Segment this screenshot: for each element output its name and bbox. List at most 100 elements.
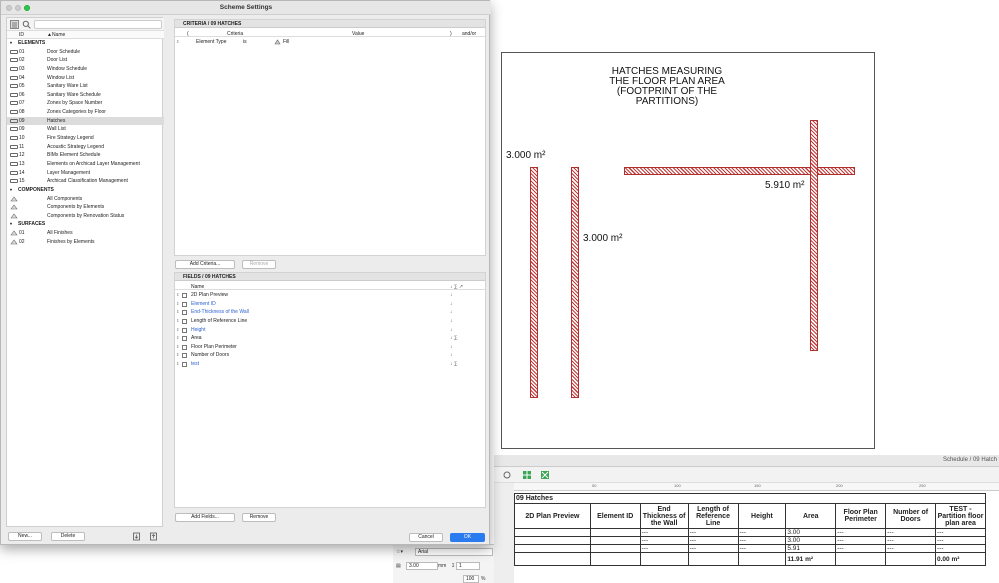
scheme-list-item[interactable]: 02 Door List bbox=[7, 56, 164, 65]
field-sort-total[interactable]: ↓ bbox=[450, 308, 453, 317]
field-sort-total[interactable]: ↓ bbox=[450, 291, 453, 300]
text-style-icon[interactable]: ☆▾ bbox=[396, 549, 403, 555]
new-button[interactable]: New... bbox=[8, 532, 42, 541]
tree-section-elements[interactable]: ▾ ELEMENTS bbox=[7, 39, 164, 48]
drag-handle-icon[interactable]: ⇕ bbox=[176, 334, 179, 343]
hatch-partition-1[interactable] bbox=[530, 167, 538, 398]
scheme-list-item[interactable]: 11 Acoustic Strategy Legend bbox=[7, 143, 164, 152]
add-fields-button[interactable]: Add Fields... bbox=[175, 513, 235, 522]
drag-handle-icon[interactable]: ⇕ bbox=[176, 308, 179, 317]
scheme-list-item[interactable]: Components by Renovation Status bbox=[7, 212, 164, 221]
scheme-list-item[interactable]: 09 Hatches bbox=[7, 116, 164, 126]
scheme-name: Sanitary Ware List bbox=[47, 83, 88, 90]
field-row[interactable]: ⇕ Floor Plan Perimeter ↓ bbox=[175, 343, 485, 352]
import-icon[interactable] bbox=[132, 532, 141, 541]
field-name: Element ID bbox=[191, 300, 216, 307]
table-row[interactable]: --- --- --- 3.00 --- --- --- bbox=[514, 528, 986, 537]
field-row[interactable]: ⇕ test ↓ ∑ bbox=[175, 360, 485, 369]
criteria-operator[interactable]: is bbox=[243, 39, 247, 45]
scheme-list-item[interactable]: 10 Fire Strategy Legend bbox=[7, 134, 164, 143]
disclosure-triangle-icon[interactable]: ▾ bbox=[10, 39, 12, 48]
size-unit: mm bbox=[438, 563, 447, 569]
table-cell bbox=[589, 528, 641, 537]
search-input[interactable] bbox=[34, 20, 162, 29]
field-sort-total[interactable]: ↓ bbox=[450, 317, 453, 326]
add-criteria-button[interactable]: Add Criteria... bbox=[175, 260, 235, 269]
field-sort-total[interactable]: ↓ bbox=[450, 351, 453, 360]
column-header: 2D Plan Preview bbox=[514, 503, 591, 529]
font-select[interactable]: Arial bbox=[415, 548, 493, 556]
field-row[interactable]: ⇕ Height ↓ bbox=[175, 326, 485, 335]
hatch-partition-3-vertical[interactable] bbox=[810, 120, 818, 351]
hatch-partition-2[interactable] bbox=[571, 167, 579, 398]
drag-handle-icon[interactable]: ⇕ bbox=[176, 326, 179, 335]
tree-section-components[interactable]: ▾ COMPONENTS bbox=[7, 186, 164, 195]
text-size-input[interactable]: 3.00 bbox=[406, 562, 438, 570]
scheme-name: Door List bbox=[47, 57, 68, 64]
settings-icon[interactable] bbox=[502, 470, 512, 480]
scheme-list-item[interactable]: 08 Zones Categories by Floor bbox=[7, 108, 164, 117]
table-row[interactable]: --- --- --- 5.91 --- --- --- bbox=[514, 544, 986, 553]
field-row[interactable]: ⇕ End-Thickness of the Wall ↓ bbox=[175, 308, 485, 317]
scheme-list-item[interactable]: 03 Window Schedule bbox=[7, 65, 164, 74]
cancel-button[interactable]: Cancel bbox=[409, 533, 443, 542]
scheme-list-item[interactable]: 05 Sanitary Ware List bbox=[7, 82, 164, 91]
scheme-list-item[interactable]: 06 Sanitary Ware Schedule bbox=[7, 91, 164, 100]
field-row[interactable]: ⇕ Area ↓ ∑ bbox=[175, 334, 485, 343]
scheme-name: Zones Categories by Floor bbox=[47, 109, 106, 116]
disclosure-triangle-icon[interactable]: ▾ bbox=[10, 220, 12, 229]
ok-button[interactable]: OK bbox=[450, 533, 485, 542]
scheme-list-item[interactable]: 04 Window List bbox=[7, 74, 164, 83]
export-icon[interactable] bbox=[149, 532, 158, 541]
hatch-partition-3-horizontal[interactable] bbox=[624, 167, 855, 175]
scheme-list-item[interactable]: Components by Elements bbox=[7, 203, 164, 212]
criteria-field[interactable]: Element Type bbox=[196, 39, 226, 45]
drag-handle-icon[interactable]: ⇕ bbox=[176, 291, 179, 300]
field-sort-total[interactable]: ↓ bbox=[450, 300, 453, 309]
field-row[interactable]: ⇕ Element ID ↓ bbox=[175, 300, 485, 309]
scheme-list-item[interactable]: 07 Zones by Space Number bbox=[7, 99, 164, 108]
scheme-list-item[interactable]: 13 Elements on Archicad Layer Management bbox=[7, 160, 164, 169]
field-sort-total[interactable]: ↓ ∑ bbox=[450, 360, 457, 369]
drag-handle-icon[interactable]: ⇕ bbox=[176, 300, 179, 309]
scheme-list-item[interactable]: 01 Door Schedule bbox=[7, 48, 164, 57]
column-header-id[interactable]: ID bbox=[19, 32, 24, 38]
field-name: test bbox=[191, 361, 200, 368]
scheme-name: Sanitary Ware Schedule bbox=[47, 91, 101, 98]
remove-field-button[interactable]: Remove bbox=[242, 513, 276, 522]
field-row[interactable]: ⇕ Number of Doors ↓ bbox=[175, 351, 485, 360]
zoom-input[interactable]: 100 bbox=[463, 575, 479, 583]
field-row[interactable]: ⇕ Length of Reference Line ↓ bbox=[175, 317, 485, 326]
drag-handle-icon[interactable]: ⇕ bbox=[176, 317, 179, 326]
field-sort-total[interactable]: ↓ bbox=[450, 343, 453, 352]
table-row[interactable]: --- --- --- 3.00 --- --- --- bbox=[514, 536, 986, 545]
disclosure-triangle-icon[interactable]: ▾ bbox=[10, 186, 12, 195]
field-sort-total[interactable]: ↓ bbox=[450, 326, 453, 335]
view-mode-icon[interactable] bbox=[10, 20, 19, 29]
tree-section-surfaces[interactable]: ▾ SURFACES bbox=[7, 220, 164, 229]
scheme-list-item[interactable]: All Components bbox=[7, 195, 164, 204]
delete-button[interactable]: Delete bbox=[51, 532, 85, 541]
drag-handle-icon[interactable]: ⇕ bbox=[176, 343, 179, 352]
field-row[interactable]: ⇕ 2D Plan Preview ↓ bbox=[175, 291, 485, 300]
table-cell: --- bbox=[687, 544, 739, 553]
pen-input[interactable]: 1 bbox=[456, 562, 480, 570]
drag-handle-icon[interactable]: ⇕ bbox=[176, 351, 179, 360]
scheme-list-item[interactable]: 09 Wall List bbox=[7, 125, 164, 134]
criteria-value[interactable]: Fill bbox=[283, 39, 289, 45]
table-cell: --- bbox=[687, 528, 739, 537]
scheme-list-item[interactable]: 02 Finishes by Elements bbox=[7, 238, 164, 247]
criteria-row[interactable]: ⇕ Element Type is Fill bbox=[175, 38, 485, 46]
column-header-name[interactable]: ▲Name bbox=[47, 32, 65, 38]
scheme-list-item[interactable]: 12 BIMx Element Schedule bbox=[7, 151, 164, 160]
table-cell: --- bbox=[835, 528, 887, 537]
scheme-list-item[interactable]: 15 Archicad Classification Management bbox=[7, 177, 164, 186]
drag-handle-icon[interactable]: ⇕ bbox=[176, 39, 179, 44]
scheme-list-item[interactable]: 01 All Finishes bbox=[7, 229, 164, 238]
field-sort-total[interactable]: ↓ ∑ bbox=[450, 334, 457, 343]
scheme-icon[interactable] bbox=[540, 470, 550, 480]
drag-handle-icon[interactable]: ⇕ bbox=[176, 360, 179, 369]
grid-icon[interactable] bbox=[522, 470, 532, 480]
remove-criteria-button[interactable]: Remove bbox=[242, 260, 276, 269]
scheme-list-item[interactable]: 14 Layer Management bbox=[7, 169, 164, 178]
